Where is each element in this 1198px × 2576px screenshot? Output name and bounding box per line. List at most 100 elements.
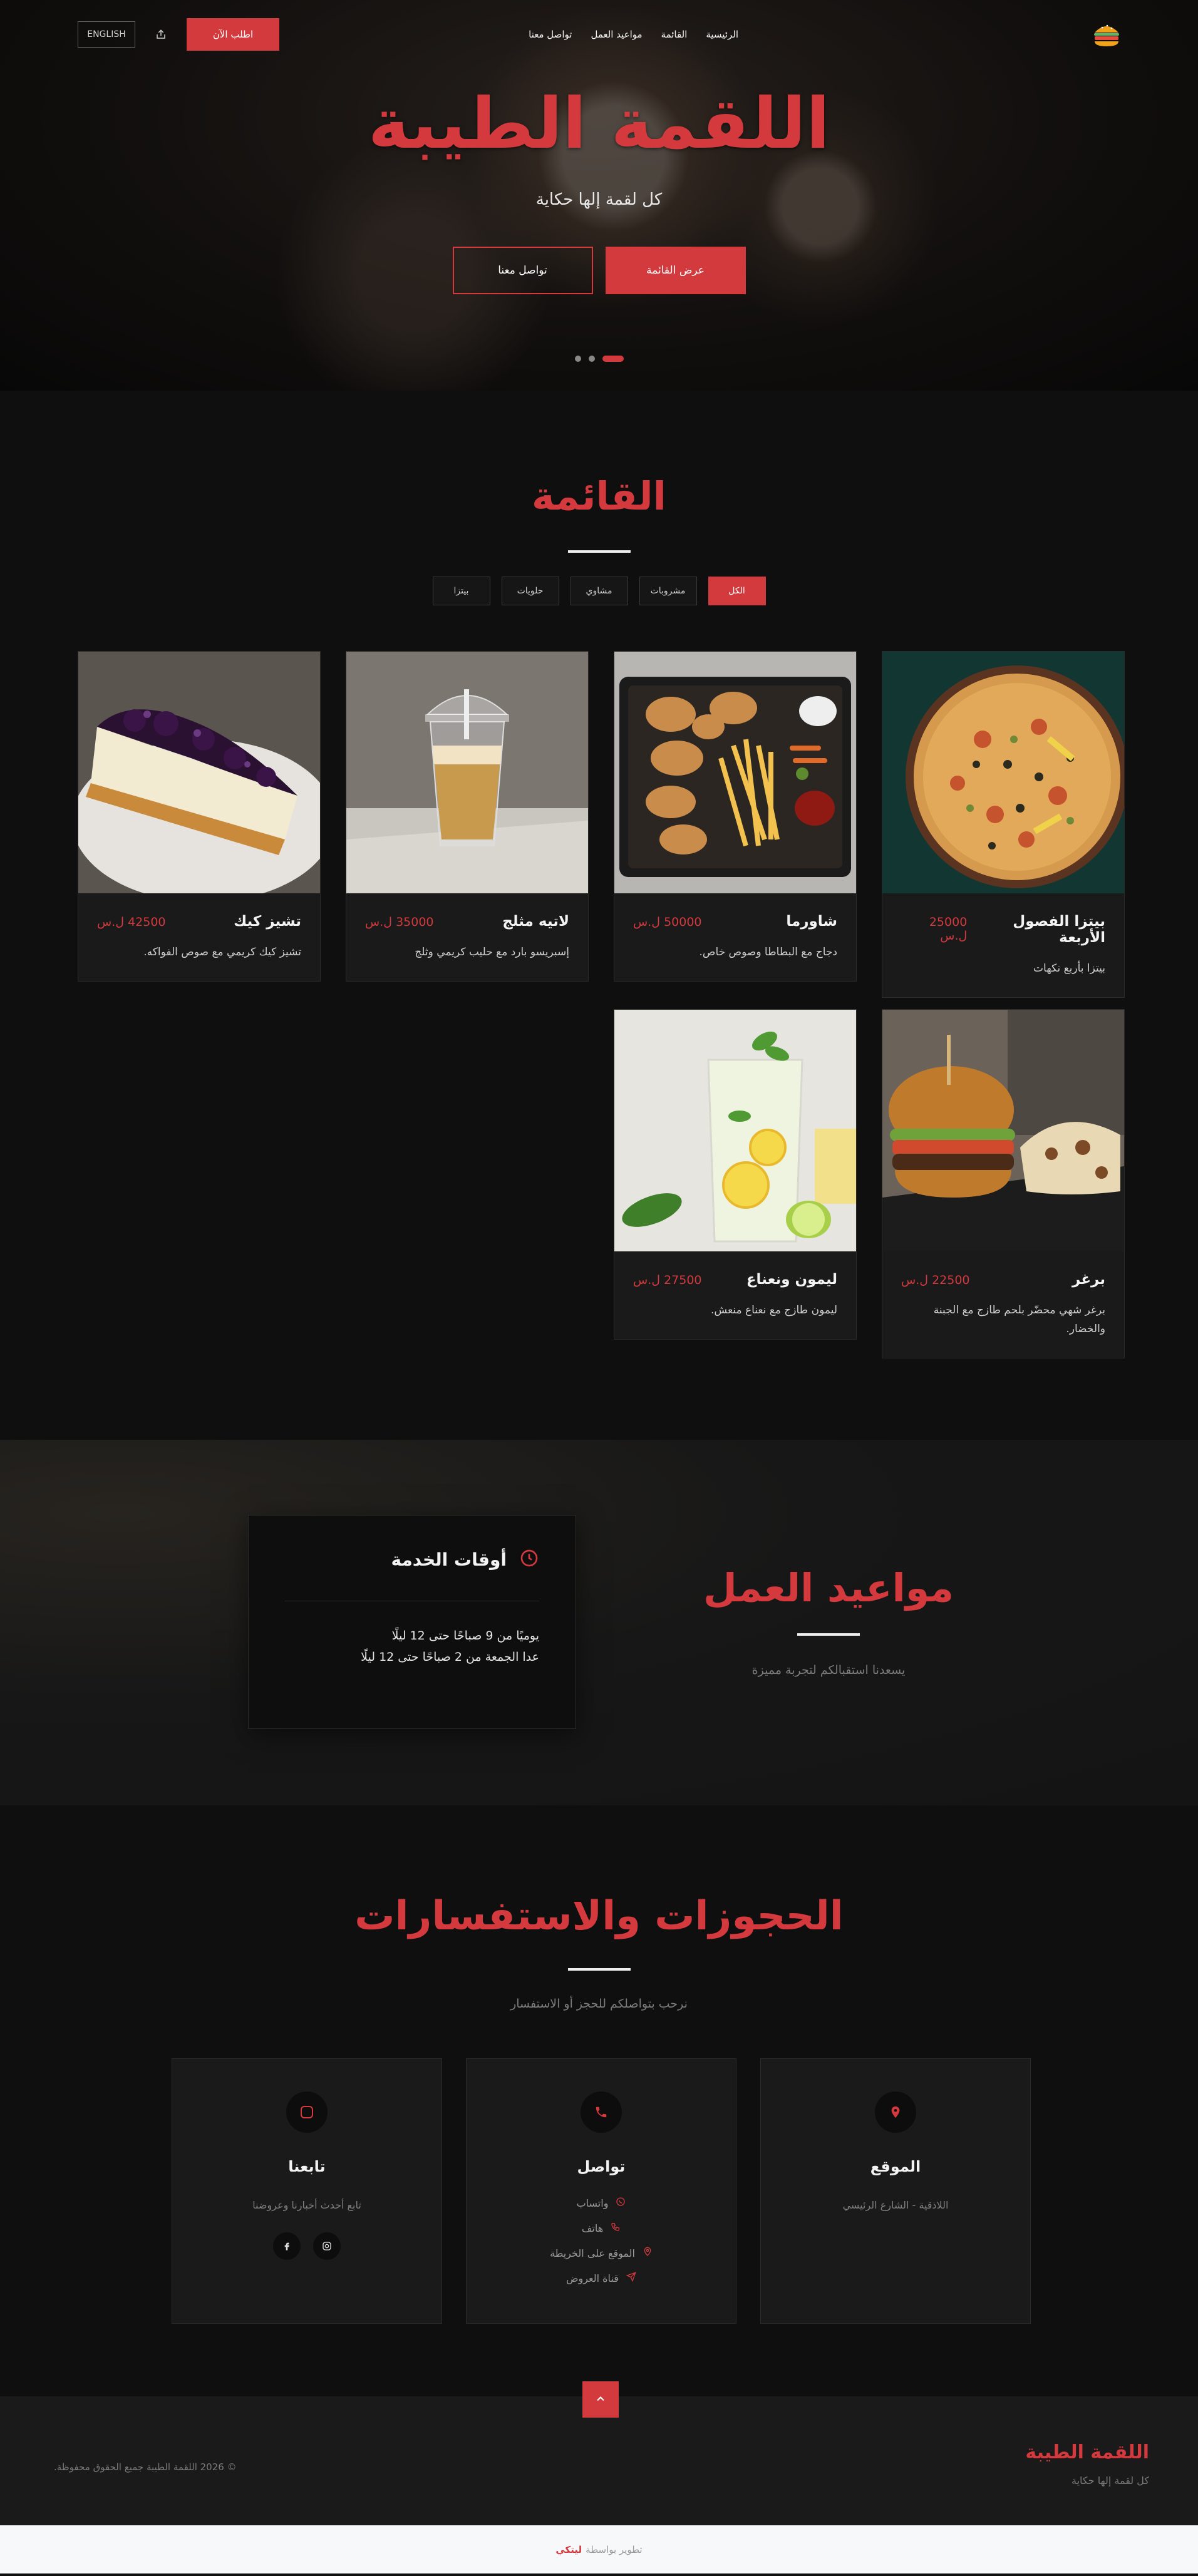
menu-item-desc: إسبريسو بارد مع حليب كريمي وثلج — [415, 946, 569, 958]
lemon-mint-photo — [614, 1010, 856, 1251]
menu-item-name: شاورما — [786, 913, 837, 930]
hours-line: يوميًا من 9 صباحًا حتى 12 ليلًا — [391, 1629, 539, 1643]
menu-item-price: 42500 ل.س — [97, 915, 166, 929]
menu-card[interactable]: بيتزا الفصول الأربعة 25000 ل.س بيتزا بأر… — [882, 651, 1125, 998]
phone-link[interactable]: هاتف — [582, 2222, 621, 2234]
map-pin-icon — [875, 2091, 916, 2133]
share-icon[interactable] — [154, 28, 168, 41]
menu-card[interactable]: تشيز كيك 42500 ل.س تشيز كيك كريمي مع صوص… — [78, 651, 321, 982]
pizza-photo — [882, 652, 1124, 893]
menu-item-price: 27500 ل.س — [633, 1273, 702, 1287]
shawarma-photo — [614, 652, 856, 893]
menu-item-price: 22500 ل.س — [901, 1273, 970, 1287]
menu-item-name: برغر — [1072, 1271, 1105, 1288]
clock-icon — [519, 1548, 539, 1571]
follow-title: تابعنا — [288, 2158, 326, 2175]
menu-item-desc: برغر شهي محضّر بلحم طازج مع الجبنة والخض… — [933, 1304, 1105, 1335]
filter-desserts[interactable]: حلويات — [501, 577, 559, 605]
menu-item-price: 25000 ل.س — [929, 915, 968, 943]
footer-brand-name: اللقمة الطيبة — [1025, 2441, 1149, 2463]
hero-title: اللقمة الطيبة — [368, 83, 830, 165]
hero-subtitle: كل لقمة إلها حكاية — [535, 190, 663, 209]
reach-title: تواصل — [577, 2158, 626, 2175]
menu-filters: الكل مشروبات مشاوي حلويات بيتزا — [0, 577, 1198, 605]
footer-brand: اللقمة الطيبة كل لقمة إلها حكاية — [1025, 2441, 1149, 2486]
contact-section: الحجوزات والاستفسارات نرحب بتواصلكم للحج… — [0, 1805, 1198, 2396]
phone-icon — [581, 2091, 622, 2133]
menu-item-price: 35000 ل.س — [365, 915, 434, 929]
filter-grills[interactable]: مشاوي — [570, 577, 628, 605]
reach-card: تواصل واتساب هاتف الموقع على الخريطة قنا… — [466, 2058, 736, 2324]
view-menu-button[interactable]: عرض القائمة — [605, 246, 746, 294]
whatsapp-link[interactable]: واتساب — [577, 2197, 626, 2209]
map-pin-small-icon — [643, 2247, 653, 2259]
credit-prefix: تطوير بواسطة — [586, 2543, 643, 2555]
instagram-outline-icon — [286, 2091, 328, 2133]
filter-all[interactable]: الكل — [708, 577, 766, 605]
hours-title: مواعيد العمل — [703, 1565, 954, 1611]
menu-item-desc: بيتزا بأربع نكهات — [1033, 962, 1105, 975]
menu-item-desc: ليمون طازج مع نعناع منعش. — [711, 1304, 837, 1316]
navbar: الرئيسية القائمة مواعيد العمل تواصل معنا… — [0, 0, 1198, 69]
nav-link-hours[interactable]: مواعيد العمل — [591, 29, 642, 40]
hours-heading: مواعيد العمل يسعدنا استقبالكم لتجربة ممي… — [703, 1565, 954, 1677]
menu-item-name: بيتزا الفصول الأربعة — [1013, 913, 1105, 946]
menu-card[interactable]: برغر 22500 ل.س برغر شهي محضّر بلحم طازج … — [882, 1009, 1125, 1358]
footer-tagline: كل لقمة إلها حكاية — [1071, 2475, 1149, 2486]
location-text: اللاذقية - الشارع الرئيسي — [842, 2199, 949, 2211]
nav-actions: اطلب الآن ENGLISH — [78, 18, 279, 51]
scroll-to-top-button[interactable] — [582, 2381, 619, 2418]
nav-link-home[interactable]: الرئيسية — [706, 29, 738, 40]
menu-title: القائمة — [532, 473, 666, 519]
slider-dot[interactable] — [588, 356, 595, 362]
contact-us-button[interactable]: تواصل معنا — [452, 246, 593, 294]
filter-pizza[interactable]: بيتزا — [432, 577, 490, 605]
title-underline — [797, 1633, 860, 1636]
map-link[interactable]: الموقع على الخريطة — [550, 2247, 653, 2259]
hero-section: الرئيسية القائمة مواعيد العمل تواصل معنا… — [0, 0, 1198, 391]
facebook-icon[interactable] — [273, 2232, 301, 2260]
hours-subtitle: يسعدنا استقبالكم لتجربة مميزة — [751, 1663, 906, 1677]
contact-links: واتساب هاتف الموقع على الخريطة قناة العر… — [467, 2197, 736, 2284]
slider-dot[interactable] — [574, 356, 581, 362]
contact-subtitle: نرحب بتواصلكم للحجز أو الاستفسار — [510, 1997, 688, 2011]
menu-item-name: ليمون ونعناع — [746, 1271, 837, 1288]
nav-link-menu[interactable]: القائمة — [661, 29, 688, 40]
whatsapp-icon — [616, 2197, 626, 2209]
developer-credit: تطوير بواسطة ليتكي — [0, 2525, 1198, 2573]
menu-item-desc: دجاج مع البطاطا وصوص خاص. — [699, 946, 838, 958]
phone-small-icon — [611, 2222, 621, 2234]
map-label: الموقع على الخريطة — [550, 2247, 635, 2259]
hours-card-title: أوقات الخدمة — [391, 1549, 507, 1570]
title-underline — [567, 1968, 631, 1971]
title-underline — [567, 550, 631, 553]
follow-text: تابع أحدث أخبارنا وعروضنا — [252, 2199, 361, 2211]
credit-brand-link[interactable]: ليتكي — [555, 2544, 582, 2555]
iced-latte-photo — [346, 652, 588, 893]
slider-dots — [0, 356, 1198, 362]
cheesecake-photo — [78, 652, 320, 893]
menu-card[interactable]: شاورما 50000 ل.س دجاج مع البطاطا وصوص خا… — [614, 651, 857, 982]
menu-card[interactable]: ليمون ونعناع 27500 ل.س ليمون طازج مع نعن… — [614, 1009, 857, 1340]
menu-card[interactable]: لاتيه مثلج 35000 ل.س إسبريسو بارد مع حلي… — [346, 651, 589, 982]
send-icon — [626, 2272, 636, 2284]
hours-section: أوقات الخدمة يوميًا من 9 صباحًا حتى 12 ل… — [0, 1440, 1198, 1805]
instagram-icon[interactable] — [313, 2232, 341, 2260]
nav-links: الرئيسية القائمة مواعيد العمل تواصل معنا — [529, 29, 738, 40]
whatsapp-label: واتساب — [576, 2197, 609, 2209]
order-now-button[interactable]: اطلب الآن — [187, 18, 279, 51]
language-toggle-button[interactable]: ENGLISH — [78, 21, 135, 48]
hero-buttons: عرض القائمة تواصل معنا — [0, 246, 1198, 294]
copyright-text: © 2026 اللقمة الطيبة جميع الحقوق محفوظة. — [54, 2461, 237, 2473]
filter-drinks[interactable]: مشروبات — [639, 577, 697, 605]
slider-dot-active[interactable] — [602, 356, 624, 362]
menu-item-name: تشيز كيك — [234, 913, 301, 930]
nav-link-contact[interactable]: تواصل معنا — [529, 29, 572, 40]
burger-logo-icon[interactable] — [1089, 17, 1124, 52]
hours-card: أوقات الخدمة يوميًا من 9 صباحًا حتى 12 ل… — [248, 1515, 576, 1729]
location-title: الموقع — [870, 2158, 921, 2175]
menu-item-desc: تشيز كيك كريمي مع صوص الفواكه. — [143, 946, 301, 958]
offers-channel-link[interactable]: قناة العروض — [566, 2272, 636, 2284]
offers-label: قناة العروض — [566, 2272, 619, 2284]
follow-card: تابعنا تابع أحدث أخبارنا وعروضنا — [172, 2058, 442, 2324]
